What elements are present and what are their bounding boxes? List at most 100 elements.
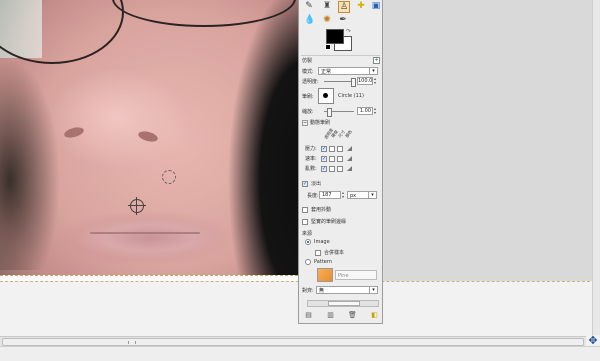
dynamics-row: 亂數: ✓: [305, 165, 352, 172]
fade-out-row: ✓ 淡出: [302, 180, 321, 187]
column-header-color: 顏色: [344, 129, 353, 139]
bucket-fill-icon[interactable]: ♜: [322, 1, 332, 11]
pencil-icon[interactable]: ✎: [304, 1, 314, 11]
mode-label: 模式:: [302, 68, 314, 75]
opacity-input[interactable]: 100.0: [357, 77, 373, 85]
dynamics-checkbox[interactable]: [329, 145, 335, 152]
dynamics-checkbox[interactable]: [329, 165, 335, 172]
reset-colors-icon[interactable]: [325, 44, 331, 50]
photo-layer[interactable]: [0, 0, 298, 275]
scrollbar-grip: [128, 341, 136, 344]
collapse-icon[interactable]: −: [302, 119, 308, 126]
smudge-icon[interactable]: 💧: [304, 15, 315, 25]
reset-options-icon[interactable]: ◧: [370, 311, 379, 320]
opacity-row: 透明度: 100.0 ▴ ▾: [302, 77, 377, 87]
tool-options-header: 仿製 +: [302, 57, 380, 64]
dynamics-checkbox[interactable]: [337, 145, 343, 152]
source-image-row[interactable]: Image: [305, 239, 330, 245]
scale-row: 縮放: 1.00 ▴ ▾: [302, 107, 377, 117]
dynamics-checkbox[interactable]: ✓: [321, 155, 327, 162]
hard-edge-checkbox[interactable]: [302, 218, 308, 225]
horizontal-scrollbar[interactable]: [0, 336, 586, 346]
apply-jitter-row: 套用抖動: [302, 206, 331, 213]
scale-spinner[interactable]: ▴ ▾: [373, 107, 377, 115]
fade-out-label: 淡出: [311, 181, 322, 187]
chevron-down-icon: ▾: [369, 287, 377, 293]
dodge-burn-icon[interactable]: ✒: [338, 15, 348, 25]
dynamics-curve-icon[interactable]: [347, 166, 352, 171]
apply-jitter-checkbox[interactable]: [302, 206, 308, 213]
source-image-label: Image: [314, 239, 330, 245]
sample-merged-checkbox[interactable]: [315, 249, 321, 256]
pattern-picker-row: Pine: [317, 268, 377, 282]
fade-length-spinner[interactable]: ▴ ▾: [341, 191, 345, 199]
dynamics-checkbox[interactable]: [337, 155, 343, 162]
scale-slider[interactable]: [324, 107, 354, 117]
opacity-slider-knob[interactable]: [351, 77, 356, 87]
brush-outline-cursor: [162, 170, 176, 184]
scale-slider-knob[interactable]: [327, 107, 332, 117]
dynamics-checkbox[interactable]: [329, 155, 335, 162]
opacity-label: 透明度:: [302, 78, 319, 85]
photo-glasses-frame-left: [0, 0, 124, 64]
clone-source-crosshair: [128, 197, 146, 215]
save-options-icon[interactable]: ▤: [304, 311, 313, 320]
dynamics-row-label: 速率:: [305, 156, 317, 162]
dynamics-curve-icon[interactable]: [347, 156, 352, 161]
pattern-preview-button[interactable]: [317, 268, 333, 282]
canvas-padding: [384, 0, 600, 281]
mode-select[interactable]: 正常 ▾: [318, 67, 378, 75]
tool-options-menu-icon[interactable]: +: [373, 57, 380, 64]
hard-edge-label: 堅實的筆刷邊緣: [311, 219, 347, 225]
mode-value: 正常: [321, 69, 332, 75]
opacity-slider[interactable]: [324, 77, 356, 87]
dynamics-row-label: 亂數:: [305, 166, 317, 172]
source-header: 來源: [302, 230, 312, 237]
alignment-select[interactable]: 無 ▾: [316, 286, 378, 294]
horizontal-scrollbar-thumb[interactable]: [2, 338, 584, 346]
photo-nostril-right: [137, 129, 159, 144]
dynamics-row: 壓力: ✓: [305, 145, 352, 152]
apply-jitter-label: 套用抖動: [311, 207, 332, 213]
vertical-scrollbar[interactable]: [592, 0, 600, 335]
chevron-down-icon: ▾: [368, 192, 376, 198]
fade-out-checkbox[interactable]: ✓: [302, 180, 308, 187]
perspective-clone-icon[interactable]: ▣: [371, 1, 381, 11]
brush-dynamics-header[interactable]: − 動態筆刷: [302, 119, 330, 126]
clone-stamp-icon[interactable]: ♙: [338, 1, 350, 13]
brush-preview-button[interactable]: [318, 88, 334, 104]
tool-options-title: 仿製: [302, 58, 313, 64]
fade-unit-select[interactable]: px ▾: [347, 191, 377, 199]
brush-row: 筆刷: Circle (11): [302, 88, 364, 104]
fade-length-input[interactable]: 187: [319, 191, 341, 199]
brush-dynamics-label: 動態筆刷: [310, 120, 331, 126]
fade-unit-value: px: [350, 193, 357, 199]
photo-lip-line: [90, 232, 200, 234]
pattern-name: Pine: [335, 270, 377, 280]
sample-merged-label: 合併樣本: [324, 250, 345, 256]
delete-options-icon[interactable]: 🗑: [348, 311, 357, 320]
mode-row: 模式: 正常 ▾: [302, 67, 378, 75]
status-bar: [0, 346, 600, 361]
heal-icon[interactable]: ✚: [356, 1, 366, 11]
panel-scrollbar[interactable]: [307, 300, 379, 307]
dynamics-curve-icon[interactable]: [347, 146, 352, 151]
scale-input[interactable]: 1.00: [357, 107, 373, 115]
opacity-spinner[interactable]: ▴ ▾: [373, 77, 377, 85]
blur-icon[interactable]: ✺: [322, 15, 332, 25]
source-pattern-radio[interactable]: [305, 259, 311, 265]
swap-colors-icon[interactable]: ↷: [346, 28, 351, 35]
foreground-color-swatch[interactable]: [326, 29, 344, 44]
source-image-radio[interactable]: [305, 239, 311, 245]
scale-label: 縮放:: [302, 108, 314, 115]
source-pattern-row[interactable]: Pattern: [305, 259, 332, 265]
dynamics-checkbox[interactable]: [337, 165, 343, 172]
dynamics-checkbox[interactable]: ✓: [321, 145, 327, 152]
dynamics-checkbox[interactable]: ✓: [321, 165, 327, 172]
photo-hair-right: [198, 0, 298, 275]
restore-options-icon[interactable]: ▥: [326, 311, 335, 320]
dynamics-row: 速率: ✓: [305, 155, 352, 162]
fade-length-label: 長度:: [307, 192, 319, 199]
brush-name: Circle (11): [338, 93, 364, 99]
brush-label: 筆刷:: [302, 93, 314, 100]
